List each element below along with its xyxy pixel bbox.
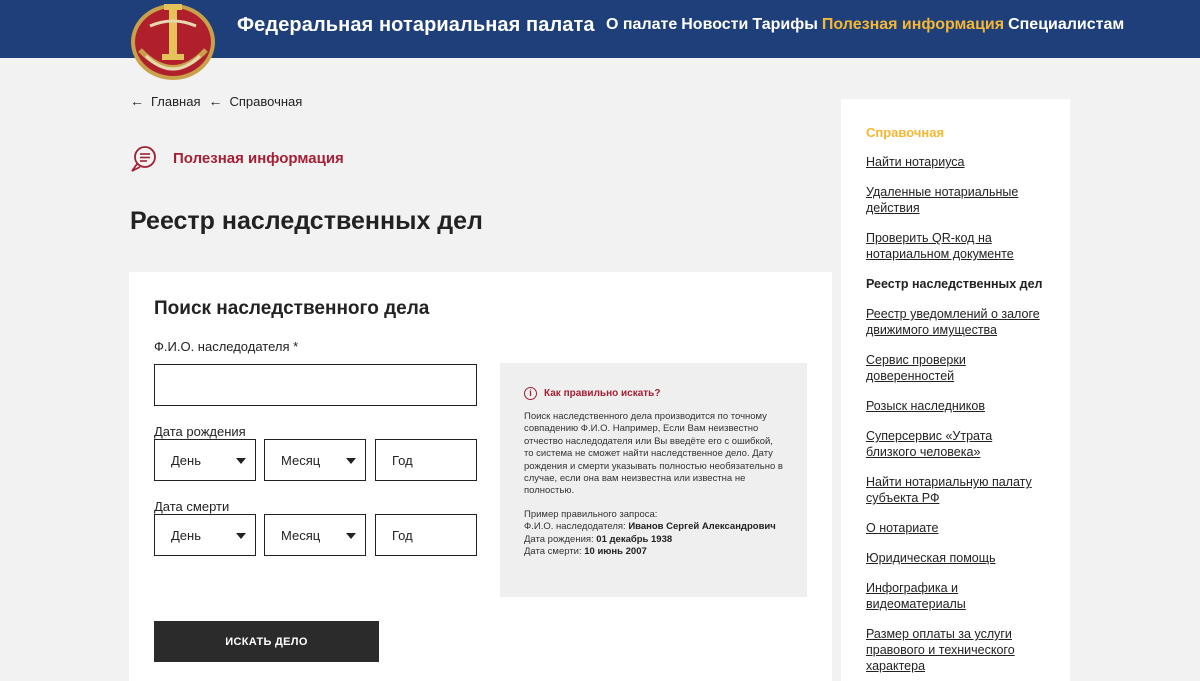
example-death-label: Дата смерти:: [524, 546, 585, 558]
nav-useful-info[interactable]: Полезная информация: [822, 15, 1004, 35]
help-title: Как правильно искать?: [544, 388, 661, 399]
nav-news[interactable]: Новости: [681, 15, 748, 35]
sidebar-item-pledge-registry[interactable]: Реестр уведомлений о залоге движимого им…: [866, 306, 1045, 338]
birth-day-select[interactable]: День: [154, 439, 256, 481]
sidebar-item-remote-actions[interactable]: Удаленные нотариальные действия: [866, 184, 1045, 216]
main-nav: О палате Новости Тарифы Полезная информа…: [606, 15, 1124, 35]
birth-month-value: Месяц: [281, 452, 321, 468]
birth-year-input[interactable]: [375, 439, 477, 481]
death-month-value: Месяц: [281, 527, 321, 543]
nav-specialists[interactable]: Специалистам: [1008, 15, 1124, 35]
sidebar-item-qr-check[interactable]: Проверить QR-код на нотариальном докумен…: [866, 230, 1045, 262]
section-label[interactable]: Полезная информация: [173, 150, 344, 167]
death-day-select[interactable]: День: [154, 514, 256, 556]
sidebar-item-about-notariat[interactable]: О нотариате: [866, 520, 1045, 536]
name-label: Ф.И.О. наследодателя *: [154, 339, 299, 354]
page-title: Реестр наследственных дел: [130, 207, 483, 235]
sidebar-item-infographics[interactable]: Инфографика и видеоматериалы: [866, 580, 1045, 612]
death-day-value: День: [171, 527, 201, 543]
help-text: Поиск наследственного дела производится …: [524, 411, 783, 497]
example-death: 10 июнь 2007: [584, 546, 647, 558]
sidebar-item-find-notary[interactable]: Найти нотариуса: [866, 154, 1045, 170]
example-birth-line: Дата рождения: 01 декабрь 1938: [524, 534, 783, 546]
sidebar-heading[interactable]: Справочная: [866, 125, 1045, 140]
example-birth-label: Дата рождения:: [524, 533, 597, 545]
help-example: Пример правильного запроса: Ф.И.О. насле…: [524, 509, 783, 559]
example-birth: 01 декабрь 1938: [596, 533, 673, 545]
sidebar-item-poa-check[interactable]: Сервис проверки доверенностей: [866, 352, 1045, 384]
death-month-select[interactable]: Месяц: [264, 514, 366, 556]
death-year-input[interactable]: [375, 514, 477, 556]
birth-date-label: Дата рождения: [154, 424, 246, 439]
birth-month-select[interactable]: Месяц: [264, 439, 366, 481]
nav-tariffs[interactable]: Тарифы: [752, 15, 818, 35]
sidebar-item-fees[interactable]: Размер оплаты за услуги правового и техн…: [866, 626, 1045, 674]
sidebar-item-heir-search[interactable]: Розыск наследников: [866, 398, 1045, 414]
sidebar-item-legal-help[interactable]: Юридическая помощь: [866, 550, 1045, 566]
site-title[interactable]: Федеральная нотариальная палата: [237, 13, 595, 37]
help-box: i Как правильно искать? Поиск наследстве…: [500, 363, 807, 597]
caret-down-icon: [236, 458, 246, 464]
caret-down-icon: [346, 533, 356, 539]
search-card: Поиск наследственного дела Ф.И.О. наслед…: [129, 272, 832, 681]
caret-down-icon: [236, 533, 246, 539]
info-icon: i: [524, 387, 537, 400]
example-name-label: Ф.И.О. наследодателя:: [524, 521, 629, 533]
sidebar-item-inheritance-registry[interactable]: Реестр наследственных дел: [866, 276, 1045, 292]
emblem-logo[interactable]: [128, 0, 218, 82]
sidebar-item-regional-chamber[interactable]: Найти нотариальную палату субъекта РФ: [866, 474, 1045, 506]
breadcrumb: ← Главная ← Справочная: [130, 93, 310, 109]
help-header: i Как правильно искать?: [524, 387, 783, 400]
sidebar-item-loss-service[interactable]: Суперсервис «Утрата близкого человека»: [866, 428, 1045, 460]
example-death-line: Дата смерти: 10 июнь 2007: [524, 546, 783, 558]
sidebar: Справочная Найти нотариуса Удаленные нот…: [841, 99, 1070, 681]
breadcrumb-home[interactable]: Главная: [151, 94, 200, 109]
arrow-left-icon: ←: [208, 93, 223, 109]
example-name-line: Ф.И.О. наследодателя: Иванов Сергей Алек…: [524, 521, 783, 533]
arrow-left-icon: ←: [130, 93, 144, 109]
example-name: Иванов Сергей Александрович: [628, 521, 776, 533]
caret-down-icon: [346, 458, 356, 464]
example-intro: Пример правильного запроса:: [524, 508, 658, 520]
search-button[interactable]: ИСКАТЬ ДЕЛО: [154, 621, 379, 662]
birth-day-value: День: [171, 452, 201, 468]
death-date-label: Дата смерти: [154, 499, 230, 514]
nav-about[interactable]: О палате: [606, 15, 677, 35]
name-input[interactable]: [154, 364, 477, 406]
site-header: Федеральная нотариальная палата О палате…: [0, 0, 1200, 80]
form-title: Поиск наследственного дела: [154, 298, 430, 319]
chat-info-icon: [131, 146, 156, 172]
breadcrumb-reference[interactable]: Справочная: [229, 94, 302, 109]
